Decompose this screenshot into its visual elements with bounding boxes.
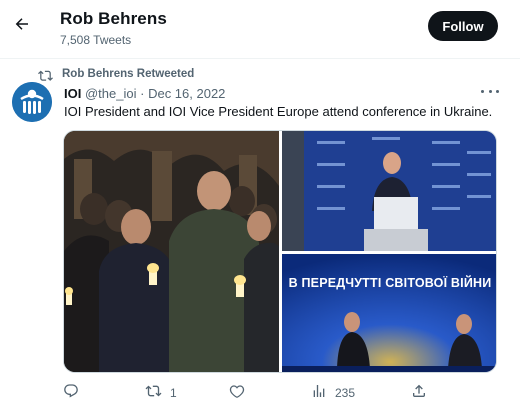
analytics-icon xyxy=(311,383,327,404)
retweet-action-icon xyxy=(145,383,162,404)
retweet-label: Rob Behrens Retweeted xyxy=(62,68,195,80)
views-count: 235 xyxy=(335,386,356,400)
media-photo-panel[interactable]: В ПЕРЕДЧУТТІ СВІТОВОЇ ВІЙНИ xyxy=(282,254,496,372)
like-button[interactable] xyxy=(229,382,253,404)
reply-button[interactable] xyxy=(63,382,87,404)
tweet-separator: · xyxy=(140,86,145,101)
retweet-icon xyxy=(38,67,54,81)
tweet-author-line: IOI @the_ioi · Dec 16, 2022 xyxy=(64,86,225,101)
profile-header: Rob Behrens 7,508 Tweets Follow xyxy=(0,0,520,55)
tweet-action-bar: 1 235 xyxy=(63,382,497,404)
retweet-count: 1 xyxy=(170,386,177,400)
media-photo-candles[interactable] xyxy=(64,131,279,372)
tweet-author-handle[interactable]: @the_ioi xyxy=(85,86,137,101)
more-options-icon[interactable] xyxy=(481,84,499,98)
arrow-left-icon xyxy=(13,15,31,38)
tweet-count: 7,508 Tweets xyxy=(60,33,132,47)
media-banner-text: В ПЕРЕДЧУТТІ СВІТОВОЇ ВІЙНИ xyxy=(288,276,492,290)
back-button[interactable] xyxy=(8,12,36,40)
tweet-media: В ПЕРЕДЧУТТІ СВІТОВОЇ ВІЙНИ xyxy=(63,130,497,373)
share-icon xyxy=(411,383,427,404)
retweet-context[interactable]: Rob Behrens Retweeted xyxy=(38,66,194,82)
ioi-logo-icon xyxy=(12,82,52,122)
avatar[interactable] xyxy=(12,82,52,122)
share-button[interactable] xyxy=(411,382,427,404)
tweet-date[interactable]: Dec 16, 2022 xyxy=(148,86,225,101)
profile-name: Rob Behrens xyxy=(60,9,167,28)
reply-icon xyxy=(63,383,79,404)
heart-icon xyxy=(229,383,245,404)
tweet-text: IOI President and IOI Vice President Eur… xyxy=(64,104,493,119)
media-photo-speaker[interactable] xyxy=(282,131,496,251)
views-button[interactable]: 235 xyxy=(311,382,355,404)
retweet-button[interactable]: 1 xyxy=(145,382,177,404)
tweet-author-name[interactable]: IOI xyxy=(64,86,81,101)
header-divider xyxy=(0,58,520,59)
follow-button[interactable]: Follow xyxy=(428,11,498,41)
